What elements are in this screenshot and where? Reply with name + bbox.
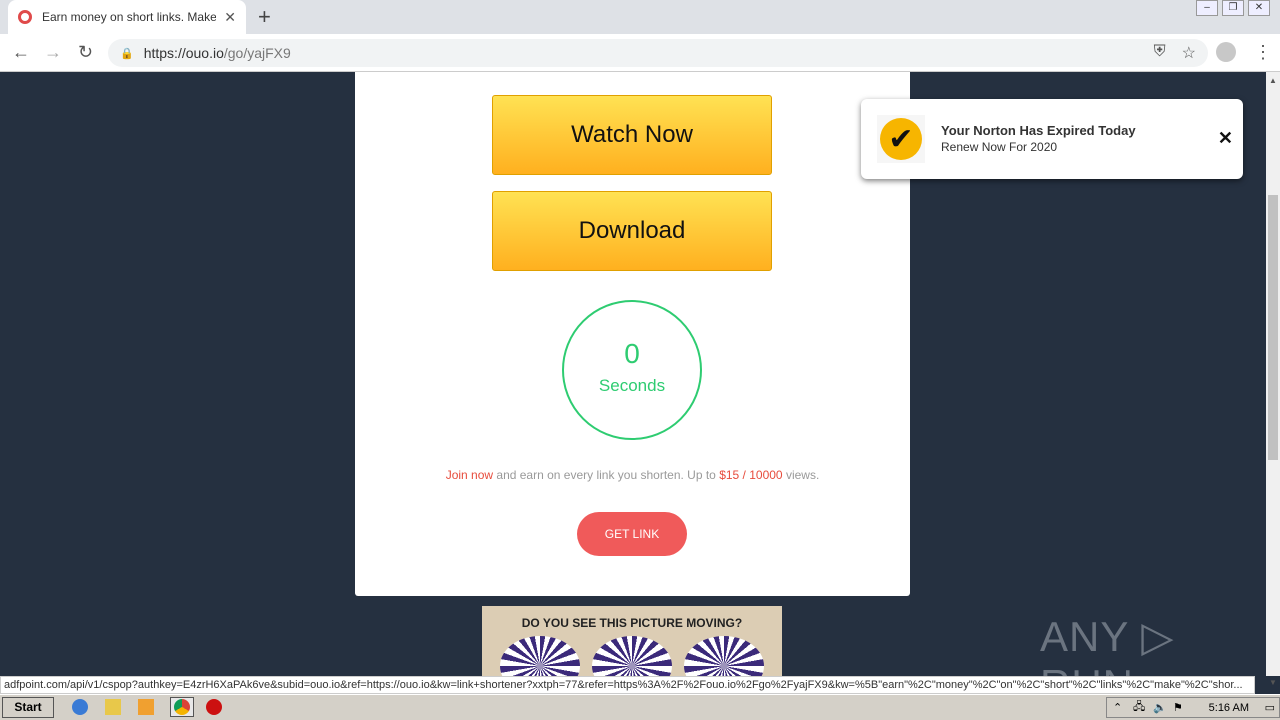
countdown-unit: Seconds: [598, 376, 666, 395]
anyrun-watermark: ANY ▷ RUN: [1040, 613, 1175, 676]
illusion-ball: [592, 636, 672, 676]
close-window-icon[interactable]: ✕: [1248, 0, 1270, 16]
folder-icon[interactable]: [105, 699, 121, 715]
promo-text: Join now and earn on every link you shor…: [445, 468, 820, 482]
ie-icon[interactable]: [72, 699, 88, 715]
norton-logo: ✔: [877, 115, 925, 163]
back-icon[interactable]: ←: [12, 42, 30, 63]
illusion-ball: [684, 636, 764, 676]
get-link-button[interactable]: GET LINK: [577, 512, 687, 556]
taskbar: Start ⌃ 🖧 🔈 ⚑ 5:16 AM ▭: [0, 694, 1280, 720]
watch-now-button[interactable]: Watch Now: [492, 95, 772, 175]
minimize-icon[interactable]: –: [1196, 0, 1218, 16]
profile-avatar[interactable]: [1216, 42, 1236, 62]
tab-title: Earn money on short links. Make sho: [42, 10, 217, 24]
menu-icon[interactable]: ⋮: [1254, 42, 1272, 63]
tray-arrow-icon[interactable]: ⌃: [1113, 701, 1122, 714]
notification-subtitle: Renew Now For 2020: [941, 140, 1058, 154]
scroll-up-icon[interactable]: ▲: [1266, 76, 1280, 85]
clock: 5:16 AM: [1208, 701, 1249, 714]
notification-close-icon[interactable]: ✕: [1218, 128, 1233, 149]
norton-notification[interactable]: ✔ Your Norton Has Expired Today Renew No…: [861, 99, 1243, 179]
countdown-value: 0: [624, 338, 640, 369]
flag-icon[interactable]: ⚑: [1173, 701, 1183, 714]
ad-banner[interactable]: DO YOU SEE THIS PICTURE MOVING?: [482, 606, 782, 676]
content-card: Watch Now Download 0 Seconds Join now an…: [355, 72, 910, 596]
media-player-icon[interactable]: [138, 699, 154, 715]
system-tray: ⌃ 🖧 🔈 ⚑ 5:16 AM ▭: [1106, 697, 1280, 718]
forward-icon[interactable]: →: [44, 42, 62, 63]
start-button[interactable]: Start: [2, 697, 54, 718]
chrome-icon[interactable]: [174, 699, 190, 715]
url-text: https://ouo.io/go/yajFX9: [143, 45, 291, 61]
download-button[interactable]: Download: [492, 191, 772, 271]
rate-text: $15 / 10000: [719, 468, 783, 482]
checkmark-icon: ✔: [880, 118, 922, 160]
site-favicon-icon: [18, 10, 32, 24]
join-now-link[interactable]: Join now: [446, 468, 493, 482]
new-tab-button[interactable]: +: [258, 4, 271, 30]
notification-title: Your Norton Has Expired Today: [941, 123, 1136, 138]
show-desktop-icon[interactable]: ▭: [1265, 701, 1275, 714]
tab-strip: Earn money on short links. Make sho ✕ + …: [0, 0, 1280, 34]
reload-icon[interactable]: ↻: [78, 42, 93, 63]
ad-illusion-image: [482, 636, 782, 676]
ad-title: DO YOU SEE THIS PICTURE MOVING?: [521, 616, 743, 630]
countdown-timer: 0 Seconds: [562, 300, 702, 440]
opera-icon[interactable]: [206, 699, 222, 715]
window-controls: – ❐ ✕: [1196, 0, 1270, 16]
address-bar[interactable]: 🔒 https://ouo.io/go/yajFX9 ⛨ ☆: [108, 39, 1208, 67]
tab-close-icon[interactable]: ✕: [224, 9, 236, 26]
scroll-down-icon[interactable]: ▼: [1266, 678, 1280, 687]
shield-icon[interactable]: ⛨: [1154, 43, 1166, 63]
restore-icon[interactable]: ❐: [1222, 0, 1244, 16]
bookmark-star-icon[interactable]: ☆: [1182, 43, 1196, 63]
link-status-bar: adfpoint.com/api/v1/cspop?authkey=E4zrH6…: [0, 676, 1255, 694]
scrollbar-thumb[interactable]: [1268, 195, 1278, 460]
illusion-ball: [500, 636, 580, 676]
browser-toolbar: ← → ↻ 🔒 https://ouo.io/go/yajFX9 ⛨ ☆: [0, 34, 1280, 72]
lock-icon[interactable]: 🔒: [120, 47, 134, 60]
browser-tab[interactable]: Earn money on short links. Make sho ✕: [8, 0, 246, 34]
network-icon[interactable]: 🖧: [1133, 698, 1145, 717]
volume-icon[interactable]: 🔈: [1153, 701, 1167, 714]
omnibox-actions: ⛨ ☆: [1154, 43, 1196, 63]
